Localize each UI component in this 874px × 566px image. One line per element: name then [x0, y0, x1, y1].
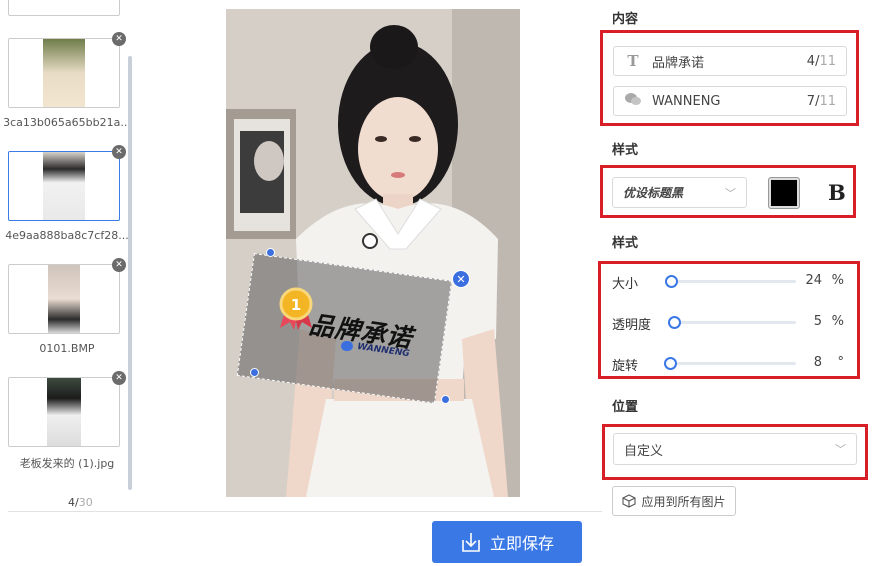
- thumbnail-item[interactable]: [8, 0, 120, 16]
- delete-icon[interactable]: ✕: [112, 145, 126, 159]
- chevron-down-icon: ﹀: [725, 186, 736, 200]
- thumbnail-caption: 0101.BMP: [39, 342, 95, 355]
- thumbnail-image: [43, 39, 85, 107]
- slider-unit: %: [831, 273, 844, 288]
- bold-toggle[interactable]: B: [828, 180, 846, 205]
- divider: [8, 511, 602, 512]
- slider-opacity: 透明度 5 %: [612, 312, 848, 333]
- thumbnail-image: [48, 265, 80, 333]
- content-subtext-value: WANNENG: [652, 93, 721, 109]
- slider-value: 8: [813, 355, 822, 370]
- slider-rotation: 旋转 8 °: [612, 353, 848, 374]
- section-title-content: 内容: [612, 12, 639, 27]
- text-T-icon: T: [627, 52, 639, 70]
- save-button[interactable]: 立即保存: [432, 521, 582, 563]
- apply-button-label: 应用到所有图片: [641, 494, 726, 509]
- thumbnail-item[interactable]: ✕: [8, 145, 126, 221]
- thumbnail-caption: 4e9aa888ba8c7cf28...: [5, 229, 129, 242]
- section-title-style: 样式: [612, 143, 639, 158]
- section-title-position: 位置: [612, 400, 639, 415]
- download-tray-icon: [462, 533, 480, 552]
- slider-label: 旋转: [612, 359, 639, 374]
- font-select[interactable]: 优设标题黑 ﹀: [612, 177, 747, 208]
- wechat-icon: [614, 92, 652, 110]
- save-button-label: 立即保存: [489, 534, 554, 553]
- resize-handle-bottom-left[interactable]: [250, 368, 259, 377]
- thumbnail-caption: 3ca13b065a65bb21a...: [3, 116, 131, 129]
- slider-label: 透明度: [612, 318, 652, 333]
- thumbnail-item[interactable]: ✕: [8, 371, 126, 447]
- page-current: 4: [68, 496, 75, 509]
- watermark-editor: ✕ 3ca13b065a65bb21a... ✕ 4e9aa888ba8c7cf…: [0, 0, 874, 566]
- slider-track[interactable]: [670, 362, 796, 365]
- delete-icon[interactable]: ✕: [112, 371, 126, 385]
- thumbnail-image: [47, 378, 81, 446]
- slider-unit: %: [831, 314, 844, 329]
- delete-icon[interactable]: ✕: [112, 258, 126, 272]
- resize-handle-top-left[interactable]: [266, 248, 275, 257]
- thumbnail-item[interactable]: ✕: [8, 32, 126, 108]
- section-title-style-2: 样式: [612, 236, 639, 251]
- slider-knob[interactable]: [664, 357, 677, 370]
- char-counter: 7/11: [806, 93, 836, 109]
- slider-value: 5: [813, 314, 822, 329]
- position-select-value: 自定义: [624, 443, 664, 459]
- slider-knob[interactable]: [668, 316, 681, 329]
- slider-track[interactable]: [670, 280, 796, 283]
- medal-number: 1: [291, 296, 301, 314]
- slider-knob[interactable]: [665, 275, 678, 288]
- slider-label: 大小: [612, 277, 639, 292]
- color-swatch-fill: [771, 180, 797, 206]
- delete-icon[interactable]: ✕: [112, 32, 126, 46]
- page-total: 30: [78, 496, 93, 509]
- resize-handle-bottom-right[interactable]: [441, 395, 450, 404]
- font-select-value: 优设标题黑: [623, 186, 684, 200]
- content-field-subtext[interactable]: WANNENG 7/11: [613, 86, 847, 116]
- thumbnail-list: ✕ 3ca13b065a65bb21a... ✕ 4e9aa888ba8c7cf…: [0, 0, 140, 500]
- cube-icon: [622, 494, 637, 508]
- wechat-icon: [341, 341, 353, 351]
- thumbnail-caption: 老板发来的 (1).jpg: [19, 457, 115, 470]
- thumbnail-image: [43, 152, 85, 220]
- slider-value: 24: [805, 273, 822, 288]
- thumbnail-item[interactable]: ✕: [8, 258, 126, 334]
- char-counter: 4/11: [806, 53, 836, 69]
- thumbnail-scrollbar[interactable]: [128, 56, 132, 490]
- chevron-down-icon: ﹀: [835, 443, 846, 456]
- slider-size: 大小 24 %: [612, 271, 848, 292]
- slider-unit: °: [837, 355, 845, 370]
- slider-track[interactable]: [670, 321, 796, 324]
- position-select[interactable]: 自定义 ﹀: [613, 433, 857, 465]
- content-field-text[interactable]: T 品牌承诺 4/11: [613, 46, 847, 76]
- color-picker[interactable]: [768, 177, 800, 209]
- page-indicator: 4/30: [68, 496, 93, 509]
- content-text-value: 品牌承诺: [652, 55, 705, 71]
- close-icon[interactable]: ✕: [452, 270, 470, 288]
- apply-to-all-button[interactable]: 应用到所有图片: [612, 486, 736, 516]
- rotate-handle-icon[interactable]: [362, 233, 378, 249]
